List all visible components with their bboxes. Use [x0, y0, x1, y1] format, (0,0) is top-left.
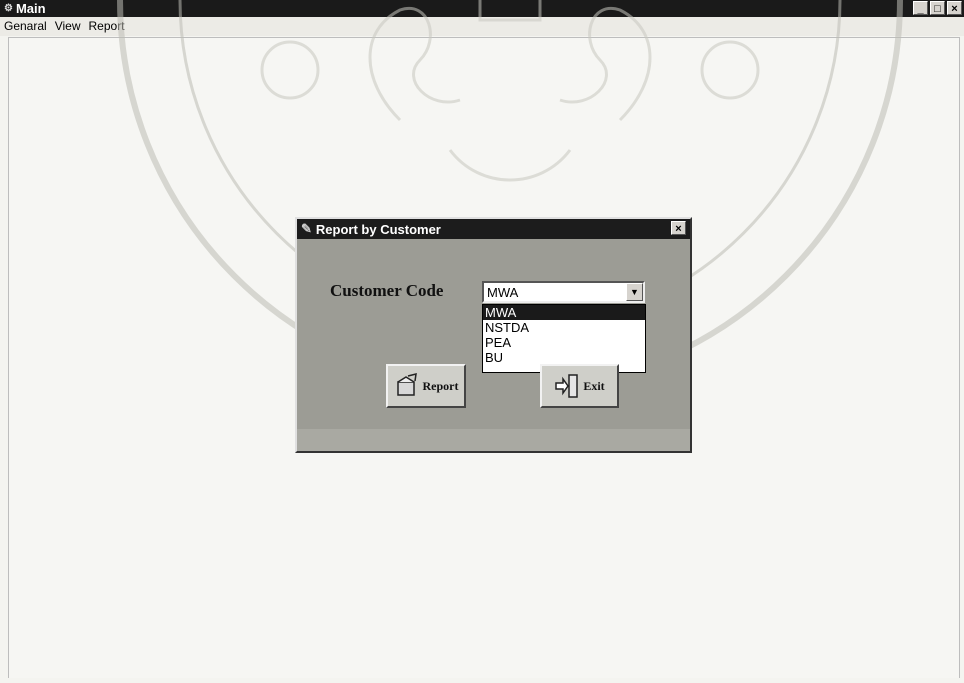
dropdown-arrow-icon[interactable]: ▼ [626, 283, 643, 301]
dialog-titlebar: ✎ Report by Customer × [297, 219, 690, 239]
menu-view[interactable]: View [51, 17, 85, 36]
dropdown-option[interactable]: BU [483, 350, 645, 365]
main-title: ⚙ Main [4, 1, 46, 16]
dialog-close-button[interactable]: × [671, 221, 686, 235]
report-dialog: ✎ Report by Customer × Customer Code MWA… [295, 217, 692, 453]
customer-code-label: Customer Code [330, 281, 444, 300]
report-button-label: Report [422, 378, 459, 393]
app-icon: ⚙ [4, 3, 13, 14]
exit-button[interactable]: Exit [540, 364, 619, 408]
menu-report[interactable]: Report [85, 17, 129, 36]
exit-icon [555, 374, 579, 398]
menubar: Genaral View Report [0, 17, 964, 36]
report-icon [396, 373, 417, 396]
dropdown-option[interactable]: NSTDA [483, 320, 645, 335]
combo-value: MWA [487, 285, 519, 300]
maximize-icon[interactable]: □ [930, 1, 945, 15]
menu-genaral[interactable]: Genaral [0, 17, 51, 36]
dropdown-option[interactable]: PEA [483, 335, 645, 350]
minimize-icon[interactable]: _ [913, 1, 928, 15]
dialog-footer-band [297, 429, 690, 451]
main-title-text: Main [15, 1, 46, 16]
main-titlebar: ⚙ Main _ □ × [0, 0, 964, 17]
customer-code-dropdown: MWA NSTDA PEA BU [482, 304, 646, 373]
window-controls: _ □ × [913, 1, 962, 15]
dropdown-option[interactable]: MWA [483, 305, 645, 320]
dialog-title: Report by Customer [315, 221, 441, 237]
close-icon[interactable]: × [947, 1, 962, 15]
report-button[interactable]: Report [386, 364, 466, 408]
customer-code-combo[interactable]: MWA ▼ [482, 281, 645, 303]
exit-button-label: Exit [583, 378, 605, 393]
dialog-icon: ✎ [301, 221, 312, 236]
